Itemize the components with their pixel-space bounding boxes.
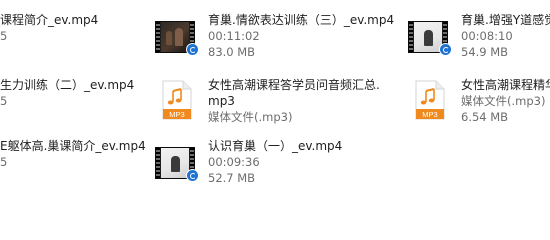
file-item-qa-audio-summary[interactable]: MP3 女性高潮课程答学员问音频汇总. mp3 媒体文件(.mp3) <box>155 77 395 137</box>
file-explorer-content-pane: 课程简介_ev.mp4 5 育巢.情欲表达训练（三）_ev.mp4 00:11:… <box>0 0 550 202</box>
file-item-course-highlights[interactable]: MP3 女性高潮课程精华 媒体文件(.mp3) 6.54 MB <box>408 77 550 137</box>
file-name: 课程简介_ev.mp4 <box>0 13 99 27</box>
file-type: 媒体文件(.mp3) <box>461 94 546 108</box>
file-name: 生力训练（二）_ev.mp4 <box>0 78 135 92</box>
file-item-expression-training-3[interactable]: 育巢.情欲表达训练（三）_ev.mp4 00:11:02 83.0 MB <box>155 12 395 72</box>
mp3-icon-label: MP3 <box>169 110 184 119</box>
file-name: 女性高潮课程精华 <box>461 78 550 92</box>
video-player-icon <box>186 43 199 56</box>
file-duration: 00:08:10 <box>461 29 513 43</box>
file-item-training-2[interactable]: 生力训练（二）_ev.mp4 5 <box>0 77 150 137</box>
file-name: E躯体高.巢课简介_ev.mp4 <box>0 139 146 153</box>
mp3-file-icon: MP3 <box>415 80 445 120</box>
file-name-continued: mp3 <box>208 94 235 108</box>
file-item-course-intro[interactable]: 课程简介_ev.mp4 5 <box>0 12 150 72</box>
file-name: 认识育巢（一）_ev.mp4 <box>208 139 343 153</box>
file-size: 6.54 MB <box>461 110 509 124</box>
file-item-body-course-intro[interactable]: E躯体高.巢课简介_ev.mp4 5 <box>0 138 150 198</box>
file-detail: 5 <box>0 94 8 108</box>
mp3-icon-label: MP3 <box>422 110 437 119</box>
file-item-enhance-sensation[interactable]: 育巢.增强Y道感觉 00:08:10 54.9 MB <box>408 12 550 72</box>
file-duration: 00:11:02 <box>208 29 260 43</box>
file-name: 育巢.增强Y道感觉 <box>461 13 550 27</box>
file-name: 女性高潮课程答学员问音频汇总. <box>208 78 380 92</box>
file-detail: 5 <box>0 155 8 169</box>
file-size: 83.0 MB <box>208 45 256 59</box>
file-size: 54.9 MB <box>461 45 509 59</box>
file-size: 52.7 MB <box>208 171 256 185</box>
file-type: 媒体文件(.mp3) <box>208 110 293 124</box>
file-item-understanding-1[interactable]: 认识育巢（一）_ev.mp4 00:09:36 52.7 MB <box>155 138 395 198</box>
mp3-file-icon: MP3 <box>162 80 192 120</box>
video-player-icon <box>186 169 199 182</box>
file-name: 育巢.情欲表达训练（三）_ev.mp4 <box>208 13 395 27</box>
video-player-icon <box>439 43 452 56</box>
file-detail: 5 <box>0 29 8 43</box>
file-duration: 00:09:36 <box>208 155 260 169</box>
